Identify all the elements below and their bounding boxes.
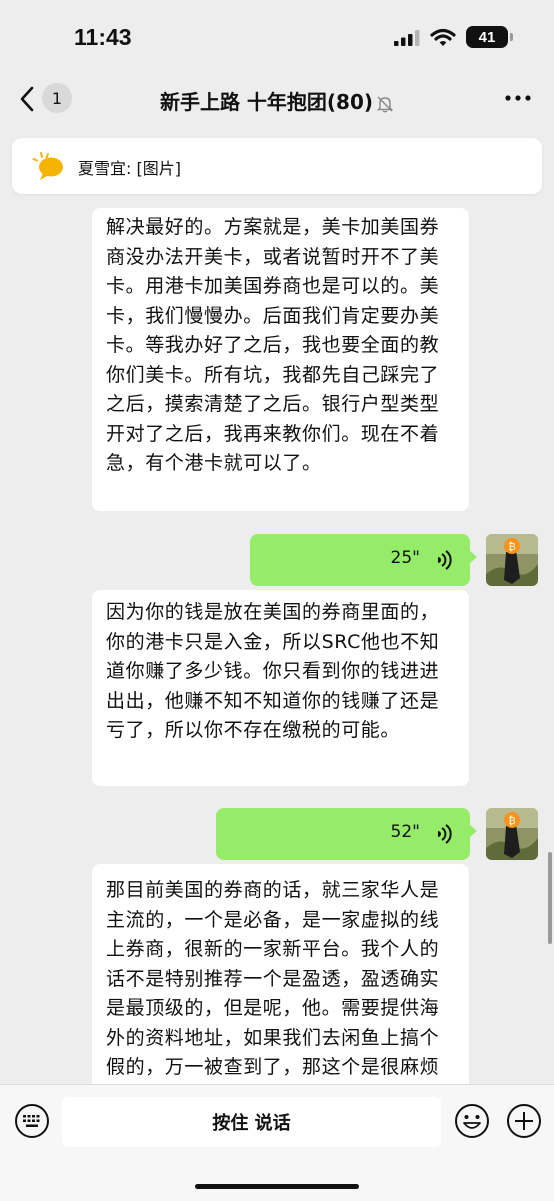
scrollbar[interactable] (548, 852, 552, 944)
add-attachment-icon[interactable] (506, 1103, 542, 1139)
avatar-image-icon: ₿ (486, 534, 538, 586)
voice-duration: 25" (390, 548, 420, 568)
incoming-text-bubble[interactable]: 解决最好的。方案就是，美卡加美国券商没办法开美卡，或者说暂时开不了美卡。用港卡加… (92, 208, 469, 511)
svg-text:₿: ₿ (508, 541, 515, 553)
battery-indicator: 41 (466, 26, 508, 48)
voice-wave-icon (438, 550, 452, 570)
cellular-signal-icon (394, 30, 420, 46)
battery-nub (510, 33, 513, 41)
group-name: 新手上路 十年抱团(80) (159, 90, 374, 114)
outgoing-voice-message[interactable]: 52" (216, 808, 477, 860)
pinned-message-banner[interactable]: 夏雪宜: [图片] (12, 138, 542, 194)
chat-title: 新手上路 十年抱团(80) (0, 86, 554, 115)
nav-bar: 1 新手上路 十年抱团(80) (0, 74, 554, 124)
status-time: 11:43 (74, 24, 132, 50)
keyboard-icon[interactable] (14, 1103, 50, 1139)
outgoing-voice-message[interactable]: 25" (250, 534, 477, 586)
pinned-message-text: 夏雪宜: [图片] (78, 159, 181, 178)
emoji-icon[interactable] (454, 1103, 490, 1139)
wifi-icon (430, 28, 456, 46)
user-avatar[interactable]: ₿ (486, 808, 538, 860)
hold-to-talk-button[interactable]: 按住 说话 (62, 1097, 441, 1147)
chat-area[interactable]: 解决最好的。方案就是，美卡加美国券商没办法开美卡，或者说暂时开不了美卡。用港卡加… (0, 208, 554, 1084)
speech-bubble-icon (32, 152, 63, 180)
mute-bell-icon (376, 96, 394, 112)
incoming-text-bubble[interactable]: 因为你的钱是放在美国的券商里面的，你的港卡只是入金，所以SRC他也不知道你赚了多… (92, 590, 469, 786)
home-indicator (195, 1184, 359, 1189)
status-bar: 11:43 41 (0, 0, 554, 74)
voice-duration: 52" (390, 822, 420, 842)
user-avatar[interactable]: ₿ (486, 534, 538, 586)
voice-wave-icon (438, 824, 452, 844)
svg-text:₿: ₿ (508, 815, 515, 827)
more-options-icon[interactable] (504, 94, 532, 102)
avatar-image-icon: ₿ (486, 808, 538, 860)
incoming-text-bubble[interactable]: 那目前美国的券商的话，就三家华人是主流的，一个是必备，是一家虚拟的线上券商，很新… (92, 864, 469, 1084)
